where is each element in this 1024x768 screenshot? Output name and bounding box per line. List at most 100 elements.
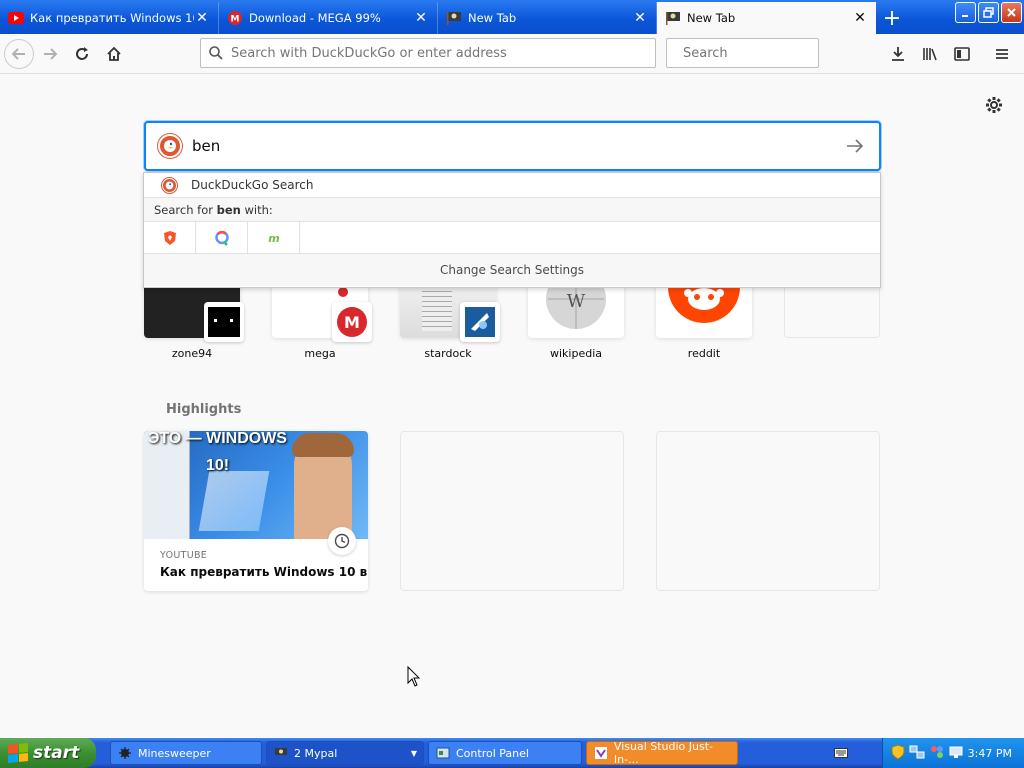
tab-title: New Tab	[468, 11, 517, 25]
system-tray: 3:47 PM	[882, 738, 1024, 768]
mouse-cursor-icon	[407, 665, 421, 691]
top-site-zone94[interactable]: zone94	[144, 283, 244, 363]
search-bar[interactable]	[666, 38, 853, 68]
youtube-icon	[8, 10, 24, 26]
reddit-icon	[668, 283, 740, 323]
thumbnail-caption-1: ЭТО — WINDOWS	[148, 431, 287, 447]
tools-icon[interactable]	[929, 744, 945, 763]
address-bar[interactable]	[200, 38, 656, 68]
duckduckgo-icon	[158, 134, 182, 158]
svg-text:m: m	[268, 232, 279, 244]
close-tab-icon[interactable]: ✕	[632, 10, 648, 26]
one-off-engines: m	[144, 222, 880, 254]
close-tab-icon[interactable]: ✕	[413, 10, 429, 26]
change-search-settings-button[interactable]: Change Search Settings	[144, 254, 880, 286]
newtab-search-box[interactable]	[144, 121, 881, 171]
top-site-label: mega	[304, 347, 336, 360]
tab-newtab-1[interactable]: New Tab ✕	[438, 2, 657, 34]
search-for-prefix: Search for	[154, 202, 217, 217]
engine-mojeek-button[interactable]: m	[248, 222, 300, 254]
top-sites: zone94 M mega stardock W wikipedia reddi…	[144, 283, 884, 373]
minimize-button[interactable]	[955, 2, 976, 23]
top-site-stardock[interactable]: stardock	[400, 283, 500, 363]
taskbar-item-label: Minesweeper	[138, 746, 211, 760]
visual-studio-icon	[593, 745, 609, 761]
tab-youtube[interactable]: Как превратить Windows 10 в W ✕	[0, 2, 219, 34]
pirate-flag-icon	[446, 10, 462, 26]
svg-text:M: M	[231, 15, 240, 25]
menu-button[interactable]	[986, 38, 1018, 70]
home-icon	[107, 46, 121, 61]
top-site-mega[interactable]: M mega	[272, 283, 372, 363]
duckduckgo-icon	[162, 177, 177, 193]
taskbar-clock[interactable]: 3:47 PM	[968, 747, 1012, 760]
tab-strip: Как превратить Windows 10 в W ✕ M Downlo…	[0, 0, 1024, 34]
search-for-term: ben	[216, 202, 241, 217]
tab-newtab-active[interactable]: New Tab ✕	[657, 2, 876, 34]
gear-icon[interactable]	[984, 95, 1004, 115]
person-hair	[292, 433, 354, 457]
brave-icon	[163, 231, 176, 245]
top-site-reddit[interactable]: reddit	[656, 283, 752, 363]
home-button[interactable]	[98, 38, 130, 70]
mega-icon: M	[332, 302, 372, 342]
restore-button[interactable]	[978, 2, 999, 23]
address-input[interactable]	[231, 45, 655, 61]
pirate-flag-icon	[665, 10, 681, 26]
toolbar-right	[882, 38, 1018, 70]
search-input[interactable]	[683, 45, 853, 61]
top-site-empty	[784, 283, 880, 363]
engine-brave-button[interactable]	[144, 222, 196, 254]
engine-label: DuckDuckGo Search	[191, 178, 314, 192]
taskbar-item-label: 2 Mypal	[294, 746, 338, 760]
back-button[interactable]	[4, 38, 34, 69]
windows-flag-icon	[8, 742, 28, 764]
mojeek-icon: m	[268, 232, 279, 244]
security-shield-icon[interactable]	[891, 743, 905, 763]
zone94-icon	[204, 302, 244, 342]
reload-button[interactable]	[66, 38, 98, 70]
hamburger-menu-icon	[996, 49, 1008, 59]
taskbar-item-visual-studio-jit[interactable]: Visual Studio Just-In-...	[586, 740, 738, 766]
search-suggestions-dropdown: DuckDuckGo Search Search for ben with: m…	[143, 172, 881, 288]
group-dropdown-icon[interactable]: ▼	[411, 749, 417, 758]
suggestion-engine-row[interactable]: DuckDuckGo Search	[144, 173, 880, 198]
engine-qwant-button[interactable]	[196, 222, 248, 254]
site-thumbnail	[656, 283, 752, 338]
search-icon	[209, 46, 223, 60]
display-icon[interactable]	[949, 745, 963, 762]
close-tab-icon[interactable]: ✕	[852, 10, 868, 26]
forward-button[interactable]	[34, 38, 66, 70]
network-icon[interactable]	[909, 744, 925, 763]
taskbar-item-minesweeper[interactable]: Minesweeper	[110, 741, 262, 765]
taskbar-item-control-panel[interactable]: Control Panel	[428, 741, 582, 765]
top-site-label: wikipedia	[549, 347, 602, 360]
mypal-icon	[273, 745, 289, 761]
highlight-source: YOUTUBE	[160, 550, 208, 561]
newtab-page: DuckDuckGo Search Search for ben with: m…	[0, 75, 1024, 738]
windows-logo	[198, 471, 270, 531]
start-button[interactable]: start	[0, 738, 96, 768]
tab-title: Download - MEGA 99%	[249, 11, 381, 25]
tab-mega[interactable]: M Download - MEGA 99% ✕	[219, 2, 438, 34]
top-site-wikipedia[interactable]: W wikipedia	[528, 283, 624, 363]
library-button[interactable]	[914, 38, 946, 70]
taskbar-item-mypal[interactable]: 2 Mypal ▼	[266, 741, 424, 765]
search-submit-arrow-icon[interactable]	[837, 128, 873, 164]
downloads-button[interactable]	[882, 38, 914, 70]
keyboard-icon[interactable]	[832, 738, 850, 768]
thumbnail-caption-2: 10!	[206, 457, 230, 474]
mega-icon: M	[227, 10, 243, 26]
highlight-card[interactable]: ЭТО — WINDOWS 10! YOUTUBE Как превратить…	[144, 431, 368, 591]
nav-toolbar	[0, 34, 1024, 74]
qwant-icon	[214, 230, 229, 246]
windows-taskbar: start Minesweeper 2 Mypal ▼ Control Pane…	[0, 738, 1024, 768]
close-tab-icon[interactable]: ✕	[194, 10, 210, 26]
top-site-label: reddit	[687, 347, 721, 360]
taskbar-item-label: Visual Studio Just-In-...	[613, 740, 714, 766]
new-tab-button[interactable]: +	[876, 2, 908, 34]
sidebar-button[interactable]	[946, 38, 978, 70]
close-window-button[interactable]	[1001, 2, 1022, 23]
forward-arrow-icon	[44, 47, 58, 60]
newtab-search-input[interactable]	[192, 137, 837, 155]
